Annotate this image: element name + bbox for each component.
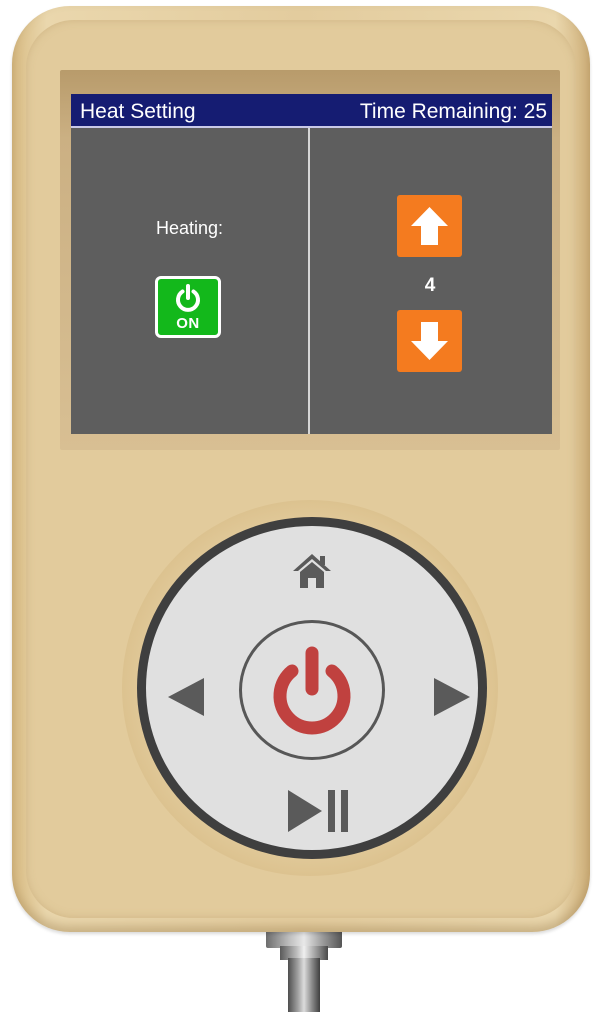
heating-label: Heating: <box>155 218 224 238</box>
arrow-down-icon <box>411 322 448 360</box>
heating-on-label: ON <box>176 315 200 332</box>
triangle-right-icon <box>434 678 470 716</box>
page-title: Heat Setting <box>80 100 196 123</box>
triangle-left-icon <box>168 678 204 716</box>
level-value: 4 <box>424 275 436 296</box>
stage: Heat Setting Time Remaining: 25 Heating:… <box>0 0 593 1012</box>
play-pause-button[interactable] <box>286 788 352 839</box>
arrow-up-icon <box>411 207 448 245</box>
power-icon <box>273 646 351 735</box>
display-screen: Heat Setting Time Remaining: 25 Heating:… <box>71 94 552 434</box>
play-pause-icon <box>288 790 348 832</box>
cable-wire <box>288 958 320 1012</box>
time-remaining: Time Remaining: 25 <box>359 100 547 123</box>
level-panel: 4 <box>310 128 552 434</box>
right-button[interactable] <box>432 676 472 723</box>
power-icon <box>176 284 200 312</box>
left-button[interactable] <box>166 676 206 723</box>
control-wheel <box>137 517 487 859</box>
heating-on-button[interactable]: ON <box>155 276 221 338</box>
heating-panel: Heating: ON <box>71 128 308 434</box>
decrease-button[interactable] <box>397 310 462 372</box>
increase-button[interactable] <box>397 195 462 257</box>
home-icon <box>293 554 331 588</box>
power-button[interactable] <box>239 620 385 760</box>
wheel-face <box>146 526 478 850</box>
title-bar: Heat Setting Time Remaining: 25 <box>71 94 552 128</box>
home-button[interactable] <box>292 551 332 596</box>
